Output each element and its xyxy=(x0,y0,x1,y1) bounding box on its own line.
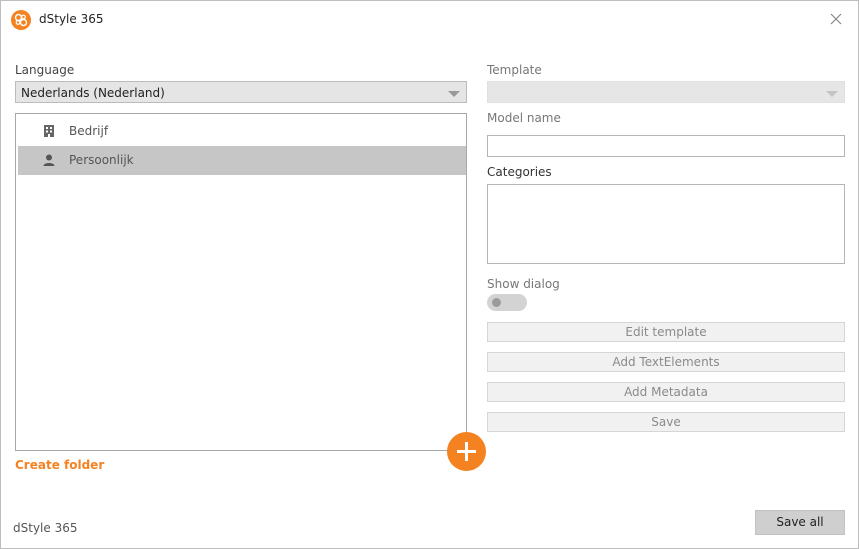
template-select[interactable] xyxy=(487,81,845,103)
footer-app-name: dStyle 365 xyxy=(13,521,78,535)
language-select[interactable]: Nederlands (Nederland) xyxy=(15,81,467,103)
edit-template-button[interactable]: Edit template xyxy=(487,322,845,342)
folder-tree: Bedrijf Persoonlijk xyxy=(15,113,467,451)
tree-item-persoonlijk[interactable]: Persoonlijk xyxy=(18,146,466,175)
toggle-knob xyxy=(492,298,501,307)
show-dialog-toggle[interactable] xyxy=(487,294,527,311)
dialog-window: dStyle 365 Language Nederlands (Nederlan… xyxy=(0,0,859,549)
create-folder-link[interactable]: Create folder xyxy=(15,458,104,472)
title-bar: dStyle 365 xyxy=(1,1,858,39)
show-dialog-label: Show dialog xyxy=(487,277,560,291)
categories-label: Categories xyxy=(487,165,552,179)
plus-icon xyxy=(457,442,476,461)
tree-item-label: Persoonlijk xyxy=(69,153,134,167)
person-icon xyxy=(43,154,55,166)
close-button[interactable] xyxy=(826,9,846,29)
chevron-down-icon xyxy=(826,91,838,97)
chevron-down-icon xyxy=(448,91,460,97)
language-select-value: Nederlands (Nederland) xyxy=(21,86,165,100)
save-all-button[interactable]: Save all xyxy=(755,510,845,535)
categories-textarea[interactable] xyxy=(487,184,845,264)
model-name-label: Model name xyxy=(487,111,561,125)
model-name-input[interactable] xyxy=(487,135,845,157)
tree-item-bedrijf[interactable]: Bedrijf xyxy=(18,117,466,146)
language-label: Language xyxy=(15,63,75,77)
template-label: Template xyxy=(487,63,542,77)
dstyle-logo-icon xyxy=(11,10,31,30)
add-folder-button[interactable] xyxy=(447,432,486,471)
add-metadata-button[interactable]: Add Metadata xyxy=(487,382,845,402)
add-textelements-button[interactable]: Add TextElements xyxy=(487,352,845,372)
save-button[interactable]: Save xyxy=(487,412,845,432)
tree-item-label: Bedrijf xyxy=(69,124,109,138)
window-title: dStyle 365 xyxy=(39,12,104,26)
building-icon xyxy=(44,125,54,137)
close-icon xyxy=(830,13,842,25)
